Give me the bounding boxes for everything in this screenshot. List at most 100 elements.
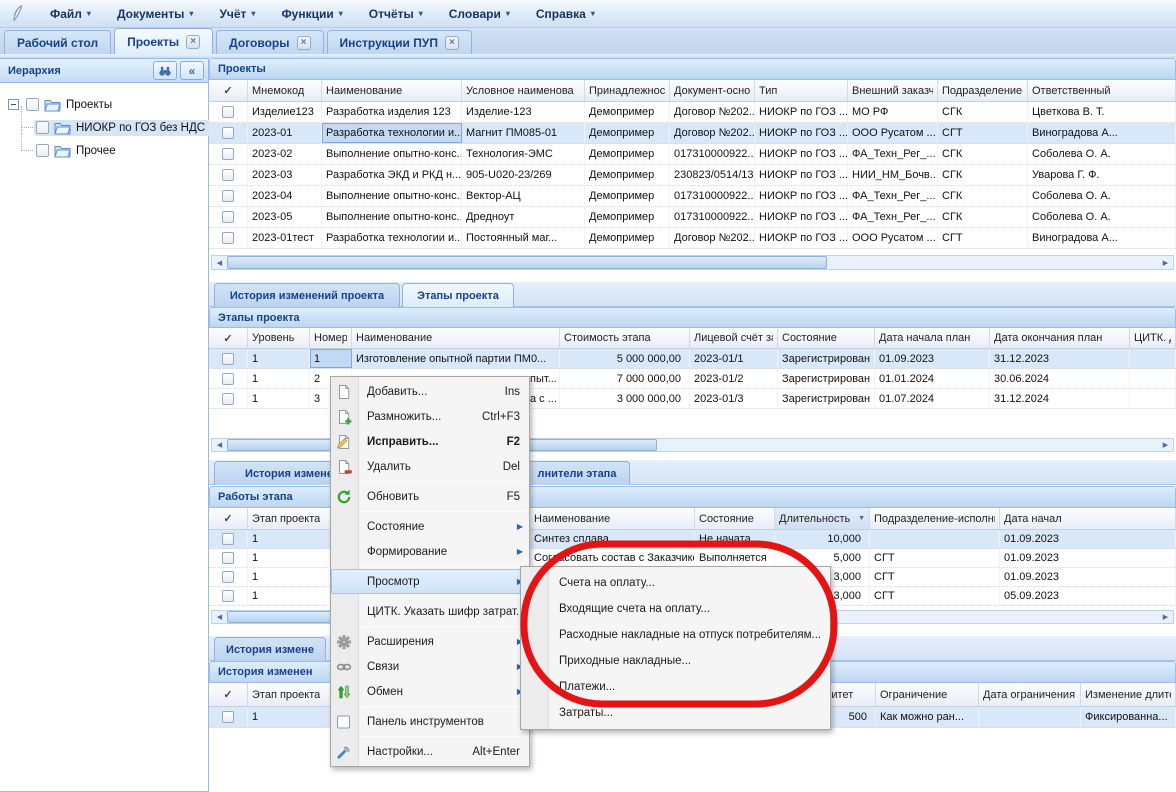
table-row[interactable]: 2023-02Выполнение опытно-конс...Технолог… (209, 144, 1176, 165)
context-menu-item[interactable]: ОбновитьF5 (331, 484, 529, 509)
tab-project-stages[interactable]: Этапы проекта (402, 283, 514, 307)
tree-node[interactable]: НИОКР по ГОЗ без НДС (8, 116, 208, 139)
scroll-track[interactable] (227, 256, 1158, 269)
context-menu-item[interactable]: Панель инструментов (331, 709, 529, 734)
submenu-item[interactable]: Затраты... (521, 700, 830, 726)
column-header[interactable]: Уровень (248, 328, 310, 348)
table-row[interactable]: 2023-04Выполнение опытно-конс...Вектор-А… (209, 186, 1176, 207)
select-all-header[interactable]: ✓ (209, 683, 248, 706)
context-menu-item[interactable]: Настройки...Alt+Enter (331, 739, 529, 764)
table-row[interactable]: 2023-03Разработка ЭКД и РКД н...905-U020… (209, 165, 1176, 186)
menubar-item[interactable]: Функции▾ (271, 4, 352, 24)
column-header[interactable]: Дата начал (1000, 508, 1176, 529)
tab-project-change-history[interactable]: История изменений проекта (214, 283, 400, 307)
row-checkbox[interactable] (222, 393, 234, 405)
context-menu-item[interactable]: Связи▶ (331, 654, 529, 679)
column-header[interactable]: Стоимость этапа (560, 328, 690, 348)
context-menu-item[interactable]: УдалитьDel (331, 454, 529, 479)
row-checkbox[interactable] (222, 552, 234, 564)
tab-projects[interactable]: Проекты× (114, 28, 213, 54)
column-header[interactable]: Дата начала план (875, 328, 990, 348)
column-header[interactable]: Ограничение (876, 683, 979, 706)
column-header[interactable]: Внешний заказчик (848, 80, 938, 101)
submenu-item[interactable]: Входящие счета на оплату... (521, 596, 830, 622)
row-checkbox[interactable] (222, 373, 234, 385)
tab-work-change-history[interactable]: История измене (214, 637, 326, 661)
row-checkbox[interactable] (222, 106, 234, 118)
row-checkbox[interactable] (222, 232, 234, 244)
tree-node-root[interactable]: Проекты (8, 93, 208, 116)
scroll-thumb[interactable] (227, 256, 827, 269)
row-checkbox[interactable] (222, 211, 234, 223)
column-header[interactable]: Лицевой счёт затрат. (690, 328, 778, 348)
table-row[interactable]: Изделие123Разработка изделия 123Изделие-… (209, 102, 1176, 123)
row-checkbox[interactable] (222, 533, 234, 545)
tree-node-label[interactable]: НИОКР по ГОЗ без НДС (76, 122, 205, 134)
context-menu-item[interactable]: Добавить...Ins (331, 379, 529, 404)
row-checkbox[interactable] (222, 148, 234, 160)
projects-hscrollbar[interactable]: ◀ ▶ (211, 255, 1174, 270)
column-header[interactable]: Наименование (322, 80, 462, 101)
select-all-header[interactable]: ✓ (209, 508, 248, 529)
column-header[interactable]: Состояние (778, 328, 875, 348)
tab-pup-instructions[interactable]: Инструкции ПУП× (327, 30, 472, 54)
tree-node-label[interactable]: Прочее (76, 145, 116, 157)
tab-desktop[interactable]: Рабочий стол (4, 30, 111, 54)
submenu-item[interactable]: Приходные накладные... (521, 648, 830, 674)
column-header[interactable]: Принадлежность (585, 80, 670, 101)
context-menu-item[interactable]: Размножить...Ctrl+F3 (331, 404, 529, 429)
row-checkbox[interactable] (222, 190, 234, 202)
close-icon[interactable]: × (186, 35, 200, 49)
scroll-left-icon[interactable]: ◀ (212, 256, 227, 269)
menubar-item[interactable]: Справка▾ (526, 4, 605, 24)
tree-expander-icon[interactable] (8, 99, 19, 110)
column-header[interactable]: Подразделение-исполнитель.. (870, 508, 1000, 529)
scroll-right-icon[interactable]: ▶ (1158, 439, 1173, 452)
column-header[interactable]: Дата окончания план (990, 328, 1130, 348)
submenu-item[interactable]: Расходные накладные на отпуск потребител… (521, 622, 830, 648)
tab-contracts[interactable]: Договоры× (216, 30, 323, 54)
close-icon[interactable]: × (445, 36, 459, 50)
select-all-header[interactable]: ✓ (209, 80, 248, 101)
scroll-right-icon[interactable]: ▶ (1158, 611, 1173, 624)
menubar-item[interactable]: Документы▾ (107, 4, 204, 24)
column-header[interactable]: Ответственный (1028, 80, 1176, 101)
column-header[interactable]: Состояние (695, 508, 775, 529)
scroll-left-icon[interactable]: ◀ (212, 439, 227, 452)
column-header[interactable]: Длительность план▼ (775, 508, 870, 529)
row-checkbox[interactable] (222, 571, 234, 583)
collapse-panel-button[interactable]: « (180, 61, 204, 80)
context-menu-item[interactable]: Обмен▶ (331, 679, 529, 704)
column-header[interactable]: Мнемокод (248, 80, 322, 101)
menubar-item[interactable]: Словари▾ (439, 4, 520, 24)
row-checkbox[interactable] (222, 127, 234, 139)
tree-node-label[interactable]: Проекты (66, 99, 112, 111)
table-row[interactable]: 2023-01Разработка технологии и...Магнит … (209, 123, 1176, 144)
tree-checkbox[interactable] (36, 121, 49, 134)
column-header[interactable]: Номер (310, 328, 352, 348)
search-icon[interactable] (153, 61, 177, 80)
scroll-right-icon[interactable]: ▶ (1158, 256, 1173, 269)
tab-stage-executors[interactable]: лнители этапа (524, 461, 630, 485)
tree-node[interactable]: Прочее (8, 139, 208, 162)
context-menu-item[interactable]: Исправить...F2 (331, 429, 529, 454)
row-checkbox[interactable] (222, 711, 234, 723)
column-header[interactable]: Дата ограничения (979, 683, 1081, 706)
context-menu-item[interactable]: Формирование▶ (331, 539, 529, 564)
column-header[interactable]: Документ-основан (670, 80, 755, 101)
submenu-item[interactable]: Счета на оплату... (521, 570, 830, 596)
row-checkbox[interactable] (222, 353, 234, 365)
context-menu-item[interactable]: Расширения▶ (331, 629, 529, 654)
table-row[interactable]: 11Изготовление опытной партии ПМ0...5 00… (209, 349, 1176, 369)
row-checkbox[interactable] (222, 590, 234, 602)
column-header[interactable]: Подразделение-от (938, 80, 1028, 101)
column-header[interactable]: Условное наименова (462, 80, 585, 101)
close-icon[interactable]: × (297, 36, 311, 50)
select-all-header[interactable]: ✓ (209, 328, 248, 348)
table-row[interactable]: 2023-01тестРазработка технологии и...Пос… (209, 228, 1176, 249)
submenu-item[interactable]: Платежи... (521, 674, 830, 700)
column-header[interactable]: Изменение длител (1081, 683, 1176, 706)
menubar-item[interactable]: Учёт▾ (209, 4, 265, 24)
tree-checkbox[interactable] (36, 144, 49, 157)
column-header[interactable]: Тип (755, 80, 848, 101)
